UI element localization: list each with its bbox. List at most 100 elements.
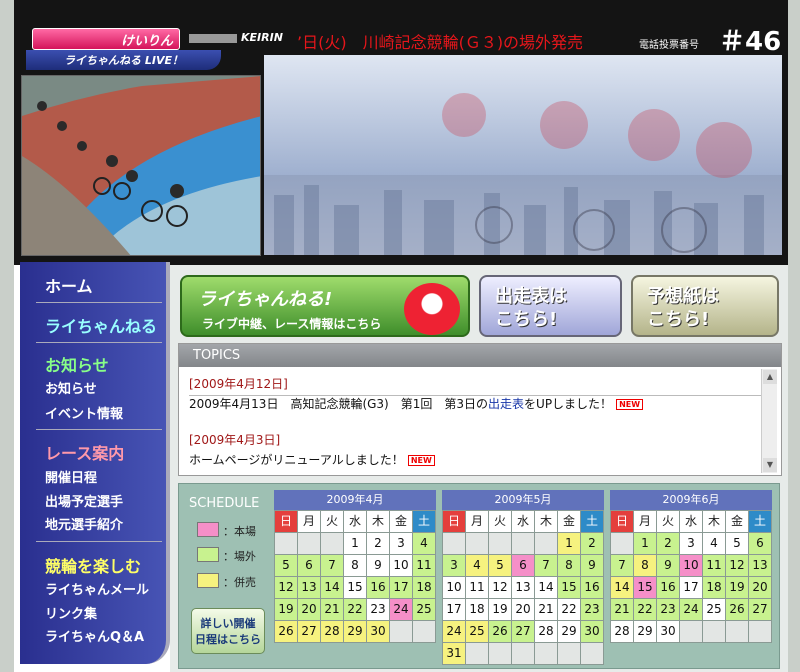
calendar-day[interactable]: 29	[344, 621, 366, 642]
live-channel-button[interactable]: ライちゃんねる! ライブ中継、レース情報はこちら	[180, 275, 470, 337]
calendar-day[interactable]: 24	[680, 599, 702, 620]
calendar-day[interactable]: 30	[657, 621, 679, 642]
nav-schedule[interactable]: 開催日程	[45, 467, 185, 486]
calendar-day[interactable]: 3	[443, 555, 465, 576]
scroll-up-icon[interactable]: ▲	[763, 370, 777, 384]
calendar-day[interactable]: 29	[634, 621, 656, 642]
calendar-day[interactable]: 6	[298, 555, 320, 576]
calendar-day[interactable]: 6	[749, 533, 771, 554]
calendar-day[interactable]: 12	[726, 555, 748, 576]
calendar-day[interactable]: 12	[275, 577, 297, 598]
calendar-day[interactable]: 7	[321, 555, 343, 576]
calendar-day[interactable]: 5	[726, 533, 748, 554]
calendar-day[interactable]: 8	[558, 555, 580, 576]
calendar-day[interactable]: 12	[489, 577, 511, 598]
calendar-day[interactable]: 3	[680, 533, 702, 554]
calendar-day[interactable]: 13	[298, 577, 320, 598]
calendar-day[interactable]: 5	[275, 555, 297, 576]
calendar-day[interactable]: 28	[535, 621, 557, 642]
calendar-day[interactable]: 25	[466, 621, 488, 642]
calendar-day[interactable]: 18	[413, 577, 435, 598]
calendar-day[interactable]: 13	[749, 555, 771, 576]
calendar-day[interactable]: 14	[321, 577, 343, 598]
calendar-day[interactable]: 30	[581, 621, 603, 642]
nav-local-riders[interactable]: 地元選手紹介	[45, 514, 185, 533]
calendar-day[interactable]: 19	[275, 599, 297, 620]
calendar-day[interactable]: 20	[298, 599, 320, 620]
calendar-day[interactable]: 23	[581, 599, 603, 620]
calendar-day[interactable]: 10	[680, 555, 702, 576]
calendar-day[interactable]: 7	[611, 555, 633, 576]
calendar-day[interactable]: 22	[558, 599, 580, 620]
calendar-day[interactable]: 9	[367, 555, 389, 576]
calendar-day[interactable]: 17	[443, 599, 465, 620]
calendar-day[interactable]: 8	[344, 555, 366, 576]
calendar-day[interactable]: 7	[535, 555, 557, 576]
calendar-day[interactable]: 15	[634, 577, 656, 598]
calendar-day[interactable]: 2	[367, 533, 389, 554]
calendar-day[interactable]: 8	[634, 555, 656, 576]
calendar-day[interactable]: 30	[367, 621, 389, 642]
calendar-day[interactable]: 6	[512, 555, 534, 576]
calendar-day[interactable]: 18	[466, 599, 488, 620]
scroll-down-icon[interactable]: ▼	[763, 458, 777, 472]
calendar-day[interactable]: 20	[512, 599, 534, 620]
calendar-day[interactable]: 25	[413, 599, 435, 620]
site-logo[interactable]: けいりん	[32, 28, 180, 50]
calendar-day[interactable]: 4	[703, 533, 725, 554]
calendar-day[interactable]: 14	[611, 577, 633, 598]
calendar-day[interactable]: 9	[657, 555, 679, 576]
calendar-day[interactable]: 21	[321, 599, 343, 620]
calendar-day[interactable]: 28	[321, 621, 343, 642]
calendar-day[interactable]: 10	[443, 577, 465, 598]
nav-mail[interactable]: ライちゃんメール	[45, 579, 185, 598]
calendar-day[interactable]: 11	[466, 577, 488, 598]
prediction-paper-button[interactable]: 予想紙は こちら!	[631, 275, 779, 337]
calendar-day[interactable]: 9	[581, 555, 603, 576]
calendar-day[interactable]: 13	[512, 577, 534, 598]
calendar-day[interactable]: 21	[611, 599, 633, 620]
calendar-day[interactable]: 31	[443, 643, 465, 664]
live-label-bar[interactable]: ライちゃんねる LIVE！	[26, 50, 221, 70]
calendar-day[interactable]: 28	[611, 621, 633, 642]
calendar-day[interactable]: 19	[489, 599, 511, 620]
calendar-day[interactable]: 26	[275, 621, 297, 642]
calendar-day[interactable]: 26	[726, 599, 748, 620]
nav-notice[interactable]: お知らせ	[45, 378, 185, 397]
nav-event[interactable]: イベント情報	[45, 403, 185, 422]
calendar-day[interactable]: 16	[367, 577, 389, 598]
calendar-day[interactable]: 10	[390, 555, 412, 576]
calendar-day[interactable]: 1	[344, 533, 366, 554]
calendar-day[interactable]: 18	[703, 577, 725, 598]
live-camera-image[interactable]	[21, 75, 261, 256]
calendar-day[interactable]: 27	[512, 621, 534, 642]
calendar-day[interactable]: 4	[413, 533, 435, 554]
calendar-day[interactable]: 2	[657, 533, 679, 554]
nav-live[interactable]: ライちゃんねる	[45, 313, 185, 337]
calendar-day[interactable]: 24	[390, 599, 412, 620]
detailed-schedule-button[interactable]: 詳しい開催 日程はこちら	[191, 608, 265, 654]
calendar-day[interactable]: 26	[489, 621, 511, 642]
calendar-day[interactable]: 20	[749, 577, 771, 598]
calendar-day[interactable]: 24	[443, 621, 465, 642]
calendar-day[interactable]: 17	[390, 577, 412, 598]
calendar-day[interactable]: 2	[581, 533, 603, 554]
calendar-day[interactable]: 16	[581, 577, 603, 598]
calendar-day[interactable]: 21	[535, 599, 557, 620]
topics-scrollbar[interactable]: ▲ ▼	[761, 369, 777, 473]
nav-home[interactable]: ホーム	[45, 273, 185, 297]
calendar-day[interactable]: 1	[634, 533, 656, 554]
calendar-day[interactable]: 17	[680, 577, 702, 598]
nav-links[interactable]: リンク集	[45, 603, 185, 622]
calendar-day[interactable]: 23	[657, 599, 679, 620]
calendar-day[interactable]: 1	[558, 533, 580, 554]
nav-qa[interactable]: ライちゃんQ＆A	[45, 626, 185, 645]
entry-list-button[interactable]: 出走表は こちら!	[479, 275, 622, 337]
calendar-day[interactable]: 23	[367, 599, 389, 620]
calendar-day[interactable]: 22	[344, 599, 366, 620]
nav-riders[interactable]: 出場予定選手	[45, 491, 185, 510]
topic-link[interactable]: 出走表	[488, 397, 524, 411]
calendar-day[interactable]: 15	[344, 577, 366, 598]
calendar-day[interactable]: 27	[749, 599, 771, 620]
calendar-day[interactable]: 19	[726, 577, 748, 598]
